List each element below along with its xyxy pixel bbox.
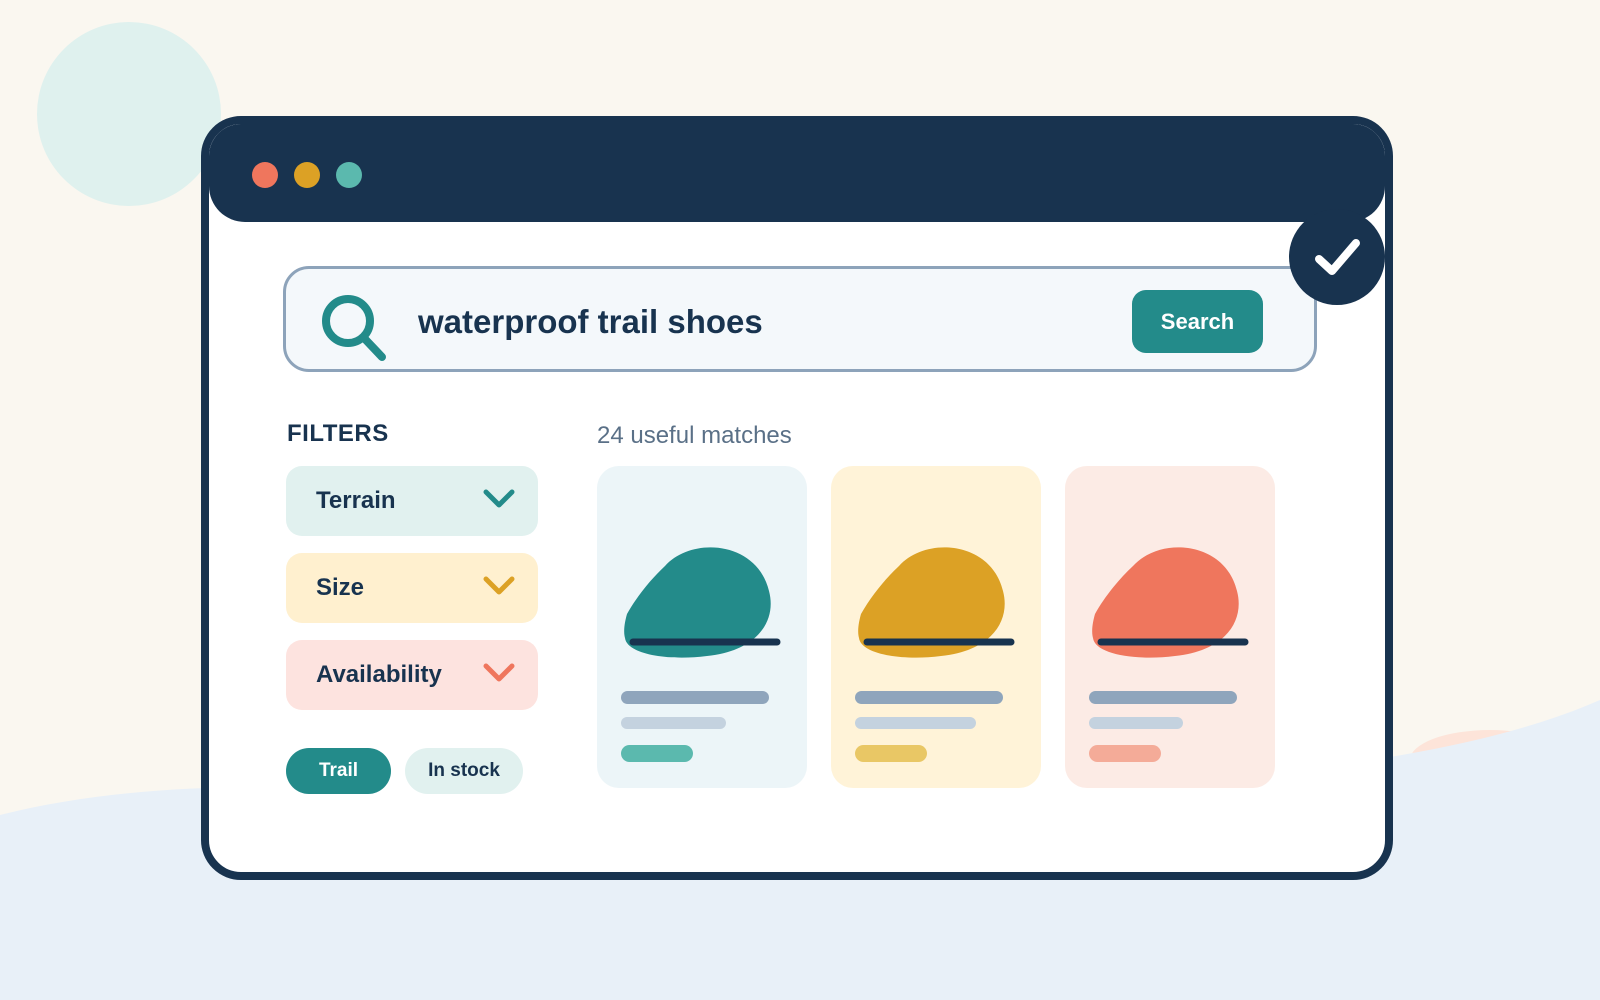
checkmark-icon: [1315, 239, 1360, 275]
filter-size[interactable]: Size: [286, 553, 538, 623]
product-card[interactable]: [831, 466, 1041, 788]
product-card[interactable]: [1065, 466, 1275, 788]
shoe-icon: [1089, 547, 1249, 762]
search-bar[interactable]: waterproof trail shoes Search: [283, 266, 1317, 372]
chip-trail[interactable]: Trail: [286, 748, 391, 794]
close-window-dot[interactable]: [252, 162, 278, 188]
title-bar: [209, 124, 1385, 222]
product-card[interactable]: [597, 466, 807, 788]
filter-label: Terrain: [316, 487, 396, 514]
browser-window: waterproof trail shoes Search FILTERS Te…: [201, 116, 1393, 880]
filter-terrain[interactable]: Terrain: [286, 466, 538, 536]
search-button[interactable]: Search: [1132, 290, 1263, 353]
filter-availability[interactable]: Availability: [286, 640, 538, 710]
minimize-window-dot[interactable]: [294, 162, 320, 188]
filter-label: Size: [316, 574, 365, 601]
magnifier-icon: [322, 295, 386, 361]
search-input[interactable]: waterproof trail shoes: [418, 303, 763, 341]
maximize-window-dot[interactable]: [336, 162, 362, 188]
filter-label: Availability: [316, 661, 442, 688]
chevron-down-icon: [483, 663, 515, 682]
filters-heading: FILTERS: [287, 420, 389, 447]
shoe-icon: [621, 547, 781, 762]
checkmark-badge: [1289, 209, 1385, 305]
chevron-down-icon: [483, 489, 515, 508]
chip-in-stock[interactable]: In stock: [405, 748, 523, 794]
chevron-down-icon: [483, 576, 515, 595]
results-summary: 24 useful matches: [597, 422, 792, 449]
shoe-icon: [855, 547, 1015, 762]
